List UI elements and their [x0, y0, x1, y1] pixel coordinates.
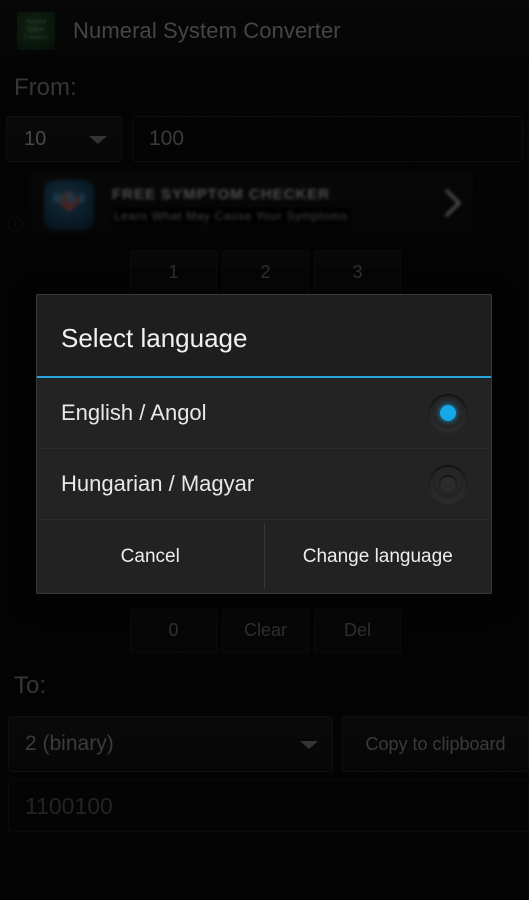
radio-dot-icon — [439, 475, 457, 493]
select-language-dialog: Select language English / Angol Hungaria… — [36, 294, 492, 594]
app-screen: Numeral System Converter Numeral System … — [0, 0, 529, 900]
radio-button-english[interactable] — [429, 394, 467, 432]
change-language-button[interactable]: Change language — [265, 520, 492, 593]
radio-dot-icon — [440, 405, 456, 421]
language-option-label: English / Angol — [61, 400, 207, 425]
cancel-button[interactable]: Cancel — [37, 520, 264, 593]
language-option-hungarian[interactable]: Hungarian / Magyar — [37, 449, 491, 520]
language-option-english[interactable]: English / Angol — [37, 378, 491, 449]
dialog-button-row: Cancel Change language — [37, 520, 491, 593]
language-option-label: Hungarian / Magyar — [61, 471, 255, 496]
dialog-title: Select language — [61, 323, 248, 353]
radio-button-hungarian[interactable] — [429, 465, 467, 503]
